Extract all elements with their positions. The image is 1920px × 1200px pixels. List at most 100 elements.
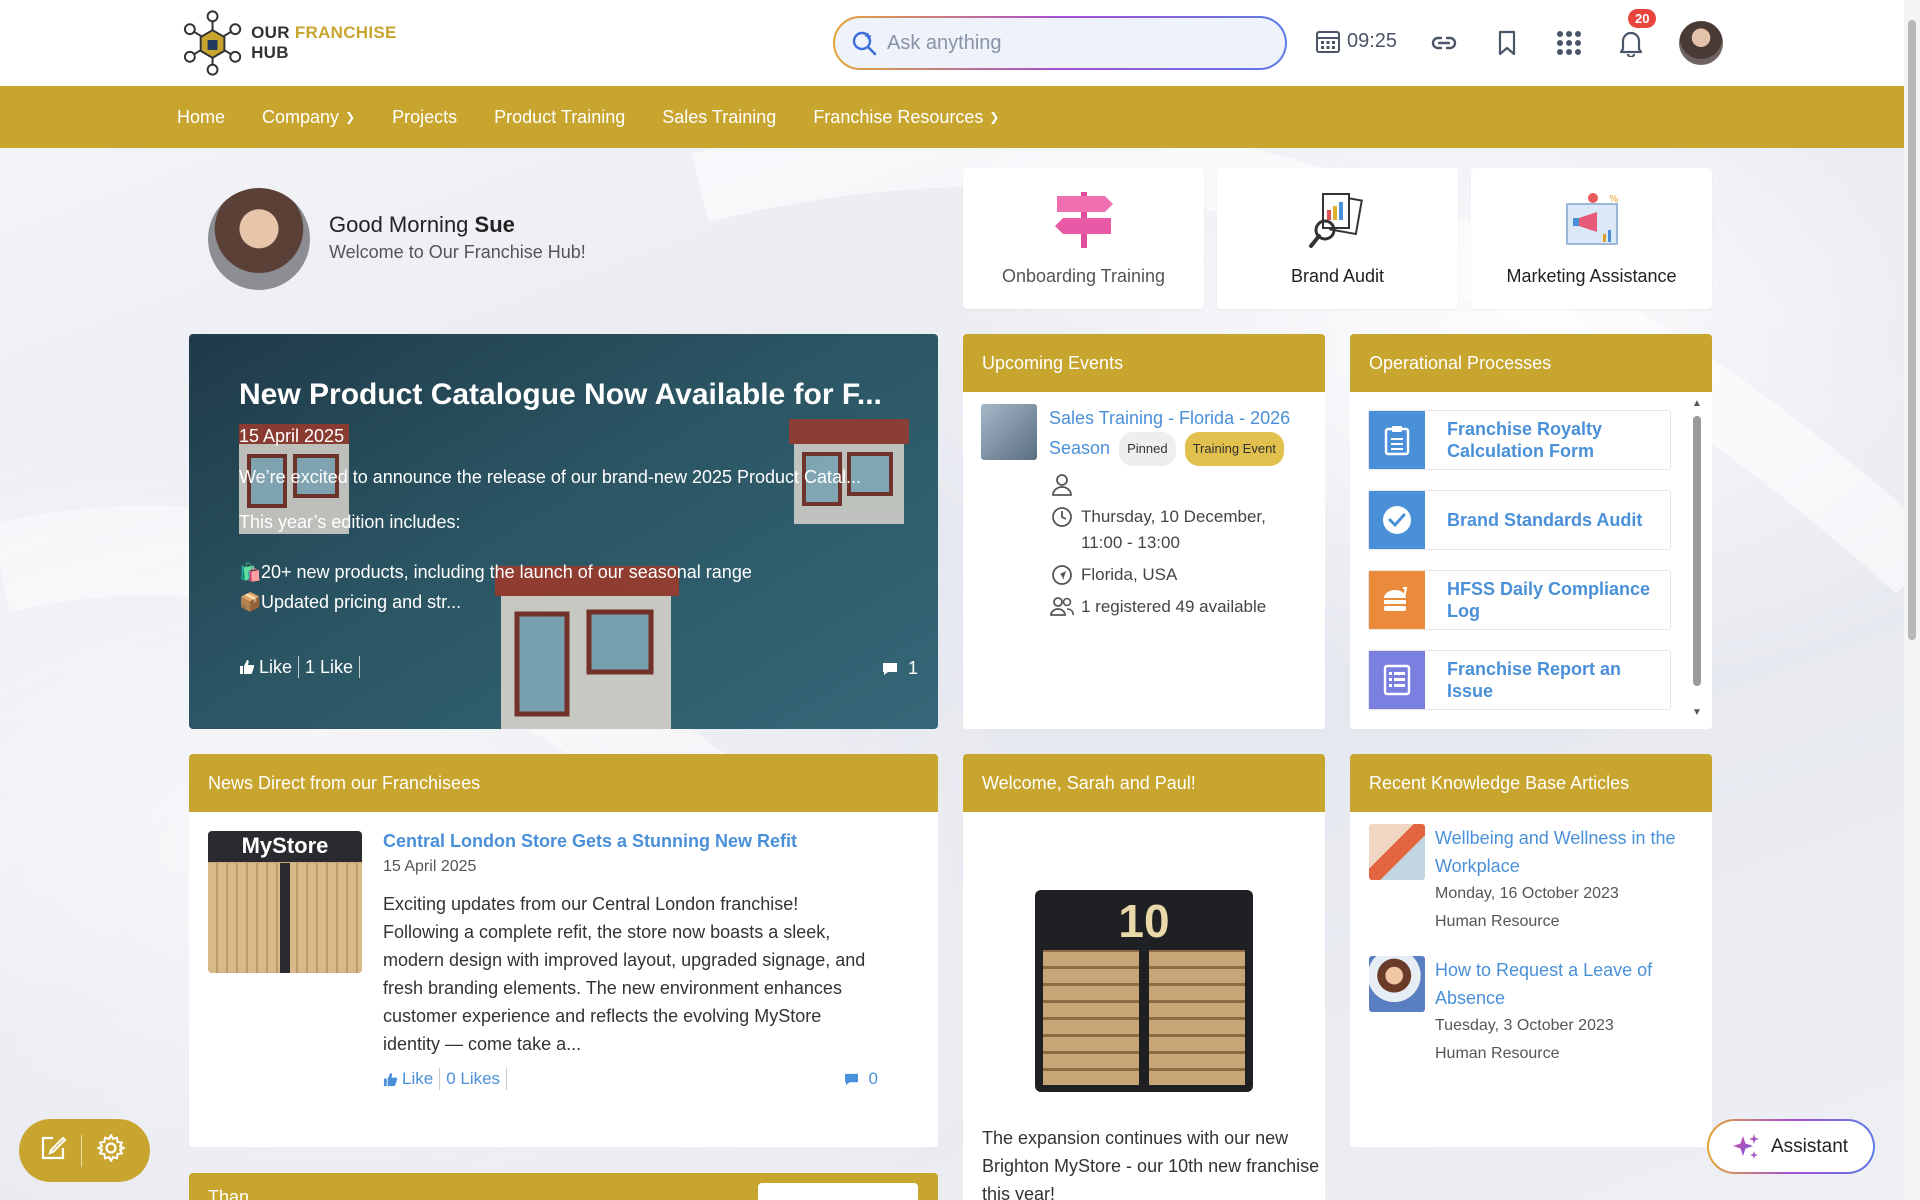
search-bar[interactable] bbox=[833, 16, 1287, 70]
bell-icon[interactable] bbox=[1614, 26, 1648, 60]
hero-actions: Like 1 Like bbox=[239, 656, 366, 678]
page-scrollbar[interactable] bbox=[1904, 0, 1920, 1200]
nav-home[interactable]: Home bbox=[177, 107, 225, 128]
kb-category: Human Resource bbox=[1435, 1045, 1560, 1062]
thumbs-up-icon bbox=[383, 1072, 398, 1086]
scroll-down-icon[interactable]: ▼ bbox=[1692, 707, 1702, 718]
store-number: 10 bbox=[1118, 895, 1170, 947]
tile-marketing-assistance[interactable]: % Marketing Assistance bbox=[1471, 168, 1712, 309]
nav-company[interactable]: Company ❯ bbox=[262, 107, 355, 128]
news-card: News Direct from our Franchisees MyStore… bbox=[189, 754, 938, 1147]
nav-projects[interactable]: Projects bbox=[392, 107, 457, 128]
network-hub-icon bbox=[183, 10, 242, 76]
nav-product-training[interactable]: Product Training bbox=[494, 107, 625, 128]
card-heading: Operational Processes bbox=[1350, 334, 1712, 392]
comment-icon bbox=[844, 1073, 858, 1085]
megaphone-board-icon: % bbox=[1565, 193, 1619, 245]
section-action-button[interactable] bbox=[758, 1183, 918, 1200]
op-item-royalty-form[interactable]: Franchise Royalty Calculation Form bbox=[1368, 410, 1671, 470]
user-name: Sue bbox=[474, 212, 515, 237]
clipboard-icon bbox=[1369, 411, 1425, 469]
tile-brand-audit[interactable]: Brand Audit bbox=[1217, 168, 1458, 309]
card-heading: Recent Knowledge Base Articles bbox=[1350, 754, 1712, 812]
event-organizer bbox=[1049, 472, 1299, 498]
list-doc-icon bbox=[1369, 651, 1425, 709]
notification-badge: 20 bbox=[1628, 9, 1657, 28]
compose-icon[interactable] bbox=[39, 1134, 67, 1167]
next-section-header: Than bbox=[189, 1173, 938, 1200]
like-button[interactable]: Like bbox=[239, 657, 292, 678]
hero-news-card[interactable]: New Product Catalogue Now Available for … bbox=[189, 334, 938, 729]
hero-excerpt: We’re excited to announce the release of… bbox=[239, 467, 862, 487]
sparkles-icon bbox=[1733, 1133, 1759, 1159]
welcome-line: Welcome to Our Franchise Hub! bbox=[329, 242, 586, 262]
assistant-button[interactable]: Assistant bbox=[1707, 1119, 1875, 1174]
hero-intro: This year’s edition includes: bbox=[239, 512, 461, 532]
thumbs-up-icon bbox=[240, 660, 255, 674]
comments-count[interactable]: 1 bbox=[882, 658, 918, 679]
user-avatar[interactable] bbox=[1679, 21, 1723, 65]
knowledge-base-card: Recent Knowledge Base Articles Wellbeing… bbox=[1350, 754, 1712, 1147]
news-title[interactable]: Central London Store Gets a Stunning New… bbox=[383, 831, 878, 852]
pinned-badge: Pinned bbox=[1119, 432, 1176, 466]
event-thumbnail[interactable] bbox=[981, 404, 1037, 460]
logo[interactable]: OUR FRANCHISE HUB bbox=[172, 3, 437, 83]
welcome-text: The expansion continues with our new Bri… bbox=[982, 1128, 1320, 1200]
settings-gear-icon[interactable] bbox=[96, 1133, 126, 1168]
apps-grid-icon[interactable] bbox=[1552, 26, 1586, 60]
greeting-line: Good Morning Sue bbox=[329, 212, 515, 237]
clock-time: 09:25 bbox=[1347, 29, 1398, 52]
check-circle-icon bbox=[1369, 491, 1425, 549]
chevron-down-icon: ❯ bbox=[989, 110, 1000, 124]
op-item-report-issue[interactable]: Franchise Report an Issue bbox=[1368, 650, 1671, 710]
op-item-hfss-log[interactable]: HFSS Daily Compliance Log bbox=[1368, 570, 1671, 630]
welcome-card: Welcome, Sarah and Paul! 10 The expansio… bbox=[963, 754, 1325, 1200]
next-section-heading: Than bbox=[208, 1187, 250, 1200]
event-title[interactable]: Sales Training - Florida - 2026 Season P… bbox=[1049, 404, 1299, 466]
nav-sales-training[interactable]: Sales Training bbox=[662, 107, 776, 128]
like-button[interactable]: Like bbox=[383, 1069, 433, 1089]
link-icon[interactable] bbox=[1427, 26, 1461, 60]
kb-thumbnail[interactable] bbox=[1369, 956, 1425, 1012]
kb-title[interactable]: How to Request a Leave of Absence bbox=[1435, 956, 1693, 1012]
store-image[interactable]: 10 bbox=[1035, 890, 1253, 1092]
likes-count[interactable]: 0 Likes bbox=[446, 1069, 500, 1089]
kb-article: How to Request a Leave of Absence Tuesda… bbox=[1350, 944, 1712, 1068]
scroll-up-icon[interactable]: ▲ bbox=[1692, 398, 1702, 409]
chevron-down-icon: ❯ bbox=[345, 110, 356, 124]
store-sign: MyStore bbox=[241, 833, 329, 858]
op-item-brand-standards-audit[interactable]: Brand Standards Audit bbox=[1368, 490, 1671, 550]
audit-magnifier-icon bbox=[1308, 193, 1363, 248]
food-icon bbox=[1369, 571, 1425, 629]
likes-count[interactable]: 1 Like bbox=[305, 657, 353, 678]
kb-title[interactable]: Wellbeing and Wellness in the Workplace bbox=[1435, 824, 1693, 880]
svg-text:%: % bbox=[1609, 194, 1619, 205]
tile-onboarding-training[interactable]: Onboarding Training bbox=[963, 168, 1204, 309]
hero-bullet: 🛍️20+ new products, including the launch… bbox=[239, 557, 899, 587]
page-scroll-thumb[interactable] bbox=[1908, 20, 1916, 640]
nav-franchise-resources[interactable]: Franchise Resources ❯ bbox=[813, 107, 999, 128]
search-input[interactable] bbox=[887, 31, 1247, 55]
kb-thumbnail[interactable] bbox=[1369, 824, 1425, 880]
clock[interactable]: 09:25 bbox=[1315, 28, 1397, 54]
news-date: 15 April 2025 bbox=[383, 858, 477, 875]
card-heading: Upcoming Events bbox=[963, 334, 1325, 392]
ai-search-icon bbox=[852, 31, 877, 56]
hero-bullet: 📦Updated pricing and str... bbox=[239, 587, 899, 617]
logo-text: OUR FRANCHISE HUB bbox=[251, 23, 397, 62]
event-datetime: Thursday, 10 December, 11:00 - 13:00 bbox=[1049, 504, 1299, 556]
op-scrollbar[interactable]: ▲ ▼ bbox=[1692, 398, 1702, 718]
comments-count[interactable]: 0 bbox=[844, 1069, 878, 1089]
floating-toolbar bbox=[19, 1119, 150, 1182]
scroll-thumb[interactable] bbox=[1693, 416, 1701, 686]
bookmark-icon[interactable] bbox=[1490, 26, 1524, 60]
top-header: OUR FRANCHISE HUB 09:25 20 bbox=[0, 0, 1904, 86]
main-nav: Home Company ❯ Projects Product Training … bbox=[0, 86, 1904, 148]
news-image[interactable]: MyStore bbox=[208, 831, 362, 973]
operational-processes-card: Operational Processes Franchise Royalty … bbox=[1350, 334, 1712, 729]
event-type-badge: Training Event bbox=[1184, 432, 1284, 466]
events-card: Upcoming Events Sales Training - Florida… bbox=[963, 334, 1325, 729]
comment-icon bbox=[883, 662, 897, 675]
hero-title[interactable]: New Product Catalogue Now Available for … bbox=[239, 378, 899, 412]
kb-date: Tuesday, 3 October 2023 bbox=[1435, 1017, 1614, 1034]
